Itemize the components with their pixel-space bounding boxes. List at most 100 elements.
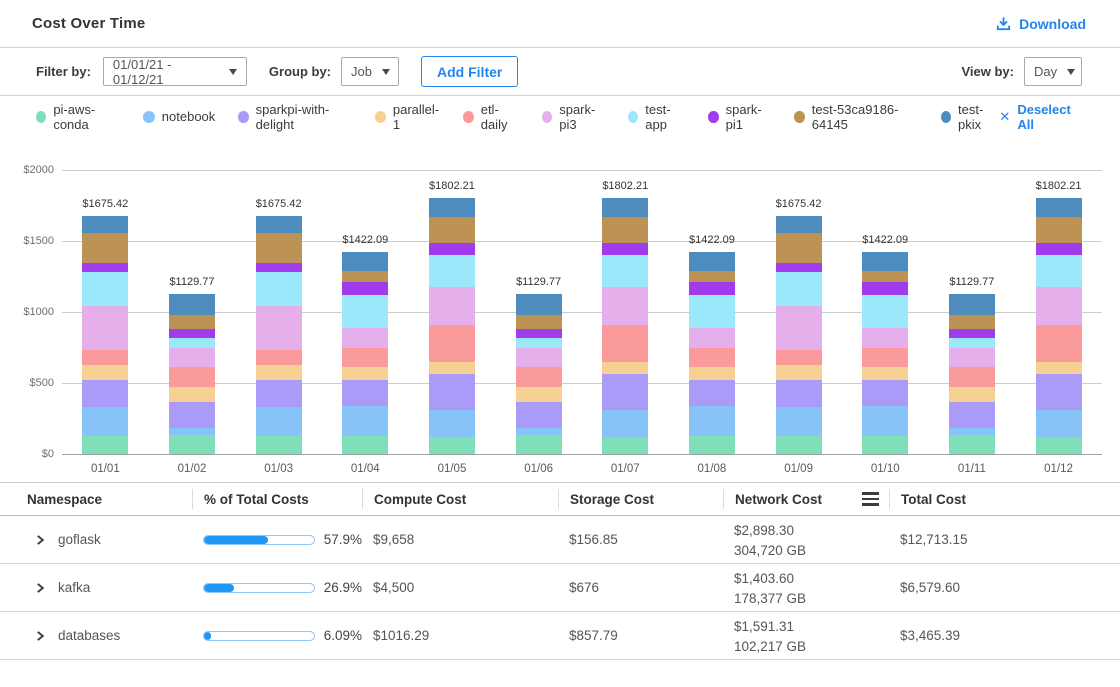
bar-segment-pi-aws-conda[interactable] — [1036, 437, 1082, 454]
date-range-select[interactable]: 01/01/21 - 01/12/21 — [103, 57, 247, 86]
expand-row-button[interactable] — [35, 630, 46, 642]
stacked-bar-01/04[interactable] — [342, 252, 388, 454]
bar-segment-notebook[interactable] — [776, 407, 822, 436]
bar-segment-pi-aws-conda[interactable] — [82, 436, 128, 454]
bar-segment-etl-daily[interactable] — [602, 325, 648, 362]
bar-segment-test-app[interactable] — [82, 272, 128, 306]
bar-segment-sparkpi-with-delight[interactable] — [169, 402, 215, 428]
legend-item-notebook[interactable]: notebook — [143, 109, 216, 124]
bar-segment-sparkpi-with-delight[interactable] — [689, 380, 735, 406]
bar-segment-spark-pi3[interactable] — [1036, 287, 1082, 325]
bar-segment-spark-pi1[interactable] — [862, 282, 908, 295]
stacked-bar-01/10[interactable] — [862, 252, 908, 454]
deselect-all-button[interactable]: ✕ Deselect All — [999, 102, 1082, 132]
bar-segment-test-53ca9186-64145[interactable] — [862, 271, 908, 281]
bar-segment-spark-pi3[interactable] — [82, 306, 128, 350]
bar-segment-pi-aws-conda[interactable] — [776, 436, 822, 454]
bar-segment-test-53ca9186-64145[interactable] — [689, 271, 735, 281]
bar-segment-pi-aws-conda[interactable] — [342, 436, 388, 454]
bar-segment-spark-pi1[interactable] — [776, 263, 822, 272]
bar-segment-test-app[interactable] — [862, 295, 908, 328]
bar-segment-spark-pi3[interactable] — [169, 348, 215, 368]
legend-item-etl-daily[interactable]: etl-daily — [463, 102, 518, 132]
bar-segment-spark-pi3[interactable] — [949, 348, 995, 368]
bar-segment-test-app[interactable] — [342, 295, 388, 328]
bar-segment-spark-pi1[interactable] — [949, 329, 995, 339]
bar-segment-pi-aws-conda[interactable] — [256, 436, 302, 454]
bar-segment-sparkpi-with-delight[interactable] — [429, 374, 475, 410]
bar-segment-sparkpi-with-delight[interactable] — [862, 380, 908, 406]
bar-segment-test-app[interactable] — [256, 272, 302, 306]
bar-segment-spark-pi3[interactable] — [516, 348, 562, 368]
bar-segment-parallel-1[interactable] — [82, 365, 128, 381]
bar-segment-pi-aws-conda[interactable] — [689, 436, 735, 454]
bar-segment-test-53ca9186-64145[interactable] — [1036, 217, 1082, 244]
legend-item-test-app[interactable]: test-app — [628, 102, 685, 132]
bar-segment-sparkpi-with-delight[interactable] — [602, 374, 648, 410]
bar-segment-spark-pi3[interactable] — [689, 328, 735, 348]
bar-segment-test-app[interactable] — [1036, 255, 1082, 287]
legend-item-parallel-1[interactable]: parallel-1 — [375, 102, 440, 132]
bar-segment-test-app[interactable] — [516, 338, 562, 347]
stacked-bar-01/09[interactable] — [776, 216, 822, 454]
bar-segment-test-app[interactable] — [429, 255, 475, 287]
bar-segment-pi-aws-conda[interactable] — [429, 437, 475, 454]
bar-segment-etl-daily[interactable] — [82, 350, 128, 365]
bar-segment-notebook[interactable] — [1036, 410, 1082, 437]
bar-segment-spark-pi3[interactable] — [342, 328, 388, 348]
bar-segment-test-pkix[interactable] — [689, 252, 735, 271]
download-button[interactable]: Download — [995, 15, 1086, 32]
bar-segment-notebook[interactable] — [429, 410, 475, 437]
bar-segment-test-pkix[interactable] — [256, 216, 302, 233]
bar-segment-notebook[interactable] — [689, 406, 735, 436]
bar-segment-parallel-1[interactable] — [342, 367, 388, 380]
bar-segment-notebook[interactable] — [256, 407, 302, 436]
bar-segment-parallel-1[interactable] — [862, 367, 908, 380]
add-filter-button[interactable]: Add Filter — [421, 56, 518, 87]
stacked-bar-01/06[interactable] — [516, 294, 562, 454]
stacked-bar-01/11[interactable] — [949, 294, 995, 454]
bar-segment-test-53ca9186-64145[interactable] — [169, 315, 215, 329]
bar-segment-etl-daily[interactable] — [342, 348, 388, 367]
bar-segment-test-53ca9186-64145[interactable] — [256, 233, 302, 263]
bar-segment-notebook[interactable] — [169, 428, 215, 435]
bar-segment-test-app[interactable] — [689, 295, 735, 328]
bar-segment-notebook[interactable] — [342, 406, 388, 436]
bar-segment-sparkpi-with-delight[interactable] — [342, 380, 388, 406]
bar-segment-spark-pi3[interactable] — [862, 328, 908, 348]
bar-segment-parallel-1[interactable] — [256, 365, 302, 381]
bar-segment-test-pkix[interactable] — [862, 252, 908, 271]
bar-segment-sparkpi-with-delight[interactable] — [516, 402, 562, 428]
bar-segment-spark-pi3[interactable] — [602, 287, 648, 325]
bar-segment-sparkpi-with-delight[interactable] — [776, 380, 822, 407]
legend-item-test-53ca9186-64145[interactable]: test-53ca9186-64145 — [794, 102, 917, 132]
bar-segment-test-pkix[interactable] — [169, 294, 215, 315]
bar-segment-parallel-1[interactable] — [776, 365, 822, 381]
bar-segment-notebook[interactable] — [949, 428, 995, 435]
bar-segment-parallel-1[interactable] — [1036, 362, 1082, 375]
view-by-select[interactable]: Day — [1024, 57, 1082, 86]
bar-segment-spark-pi1[interactable] — [689, 282, 735, 295]
bar-segment-test-53ca9186-64145[interactable] — [776, 233, 822, 263]
stacked-bar-01/08[interactable] — [689, 252, 735, 454]
bar-segment-spark-pi1[interactable] — [82, 263, 128, 272]
bar-segment-parallel-1[interactable] — [689, 367, 735, 380]
bar-segment-sparkpi-with-delight[interactable] — [1036, 374, 1082, 410]
bar-segment-test-pkix[interactable] — [429, 198, 475, 217]
bar-segment-etl-daily[interactable] — [949, 367, 995, 387]
bar-segment-spark-pi1[interactable] — [342, 282, 388, 295]
bar-segment-test-53ca9186-64145[interactable] — [949, 315, 995, 329]
bar-segment-notebook[interactable] — [82, 407, 128, 436]
bar-segment-sparkpi-with-delight[interactable] — [256, 380, 302, 407]
bar-segment-spark-pi1[interactable] — [169, 329, 215, 339]
bar-segment-test-app[interactable] — [602, 255, 648, 287]
bar-segment-parallel-1[interactable] — [516, 387, 562, 402]
bar-segment-notebook[interactable] — [516, 428, 562, 435]
bar-segment-spark-pi3[interactable] — [256, 306, 302, 350]
bar-segment-test-pkix[interactable] — [776, 216, 822, 233]
bar-segment-test-pkix[interactable] — [82, 216, 128, 233]
bar-segment-test-53ca9186-64145[interactable] — [429, 217, 475, 244]
bar-segment-pi-aws-conda[interactable] — [516, 435, 562, 454]
bar-segment-test-app[interactable] — [949, 338, 995, 347]
bar-segment-test-53ca9186-64145[interactable] — [82, 233, 128, 263]
